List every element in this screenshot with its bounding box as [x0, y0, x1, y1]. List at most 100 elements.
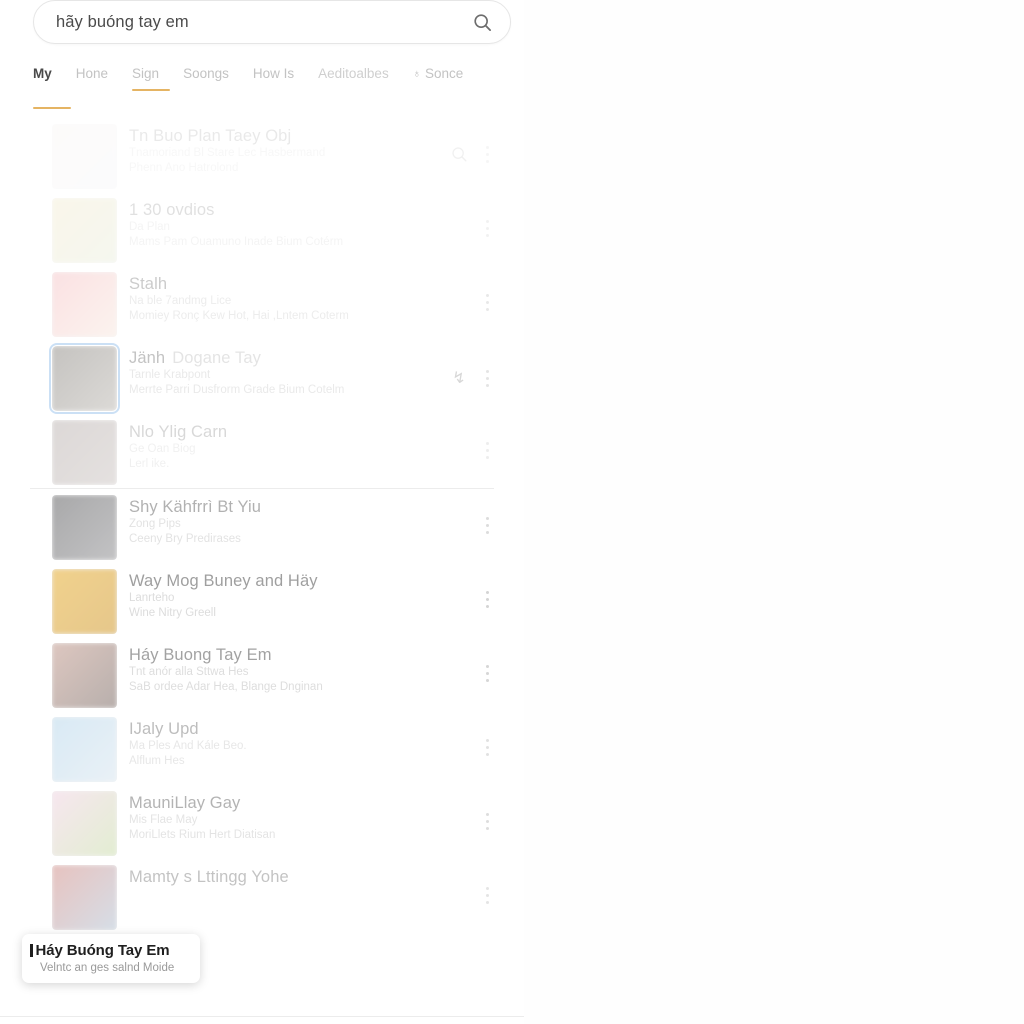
thumbnail-image: [52, 791, 117, 856]
more-options-icon[interactable]: [476, 220, 498, 237]
tab-label: Sign: [132, 66, 160, 81]
thumbnail-image: [52, 569, 117, 634]
result-thumbnail[interactable]: [52, 420, 117, 485]
tab-sonce[interactable]: ♁ Sonce: [413, 58, 464, 81]
tab-label: Soongs: [183, 66, 229, 81]
result-row[interactable]: IJaly Upd Ma Ples And Kále Beo. Alflum Hes: [0, 711, 524, 785]
thumbnail-image: [52, 420, 117, 485]
result-row[interactable]: Shy Kähfrrì Bt Yiu Zong Pips Ceeny Bry Pre…: [0, 489, 524, 563]
result-title: Shy Kähfrrì Bt Yiu: [129, 498, 262, 516]
row-actions: [388, 272, 524, 311]
result-row[interactable]: Mamty s Lttingg Yohe: [0, 859, 524, 933]
result-meta: IJaly Upd Ma Ples And Kále Beo. Alflum Hes: [129, 717, 388, 769]
tab-how-is[interactable]: How Is: [253, 58, 294, 81]
result-title: Háy Buong Tay Em: [129, 646, 272, 664]
row-actions: [388, 791, 524, 830]
result-meta: Nlo Ylig Carn Ge Oan Biog Lerl ike.: [129, 420, 388, 472]
result-subtitle-secondary: Ceeny Bry Predirases: [129, 533, 241, 545]
result-subtitle-secondary: Alflum Hes: [129, 755, 185, 767]
result-subtitle-secondary: Wine Nitry Greell: [129, 607, 216, 619]
result-meta: Stalh Na ble 7andmg Lice Momiey Ronç Kew H…: [129, 272, 388, 324]
result-subtitle-primary: Na ble 7andmg Lice: [129, 295, 232, 307]
tooltip-bar-icon: [30, 944, 33, 957]
result-row[interactable]: Nlo Ylig Carn Ge Oan Biog Lerl ike.: [0, 414, 524, 488]
more-options-icon[interactable]: [476, 442, 498, 459]
thumbnail-image: [52, 346, 117, 411]
result-subtitle-secondary: MoriLlets Rium Hert Diatisan: [129, 829, 276, 841]
more-options-icon[interactable]: [476, 294, 498, 311]
result-thumbnail[interactable]: [52, 272, 117, 337]
result-row[interactable]: Háy Buong Tay Em Tnt anór alla Sttwa Hes S…: [0, 637, 524, 711]
result-thumbnail[interactable]: [52, 791, 117, 856]
tab-my[interactable]: My: [33, 58, 71, 109]
result-row[interactable]: Jänh Dogane Tay Tarnle Krabpont Merrte Parr…: [0, 340, 524, 414]
more-options-icon[interactable]: [476, 813, 498, 830]
result-row[interactable]: MauniLlay Gay Mis Flae May MoriLlets Rium …: [0, 785, 524, 859]
result-subtitle-primary: Ge Oan Biog: [129, 443, 196, 455]
result-title: Nlo Ylig Carn: [129, 423, 228, 441]
row-actions: [388, 643, 524, 682]
result-row[interactable]: Way Mog Buney and Häy Lanrteho Wine Nitry …: [0, 563, 524, 637]
result-thumbnail[interactable]: [52, 495, 117, 560]
result-row[interactable]: Tn Buo Plan Taey Obj Tnamoriand Bl Stare …: [0, 118, 524, 192]
result-thumbnail[interactable]: [49, 343, 120, 414]
result-thumbnail[interactable]: [52, 124, 117, 189]
result-thumbnail[interactable]: [52, 717, 117, 782]
more-options-icon[interactable]: [476, 739, 498, 756]
row-search-icon[interactable]: [442, 146, 476, 163]
tab-hone[interactable]: Hone: [76, 58, 108, 81]
more-options-icon[interactable]: [476, 517, 498, 534]
result-subtitle-primary: Tarnle Krabpont: [129, 369, 211, 381]
more-options-icon[interactable]: [476, 146, 498, 163]
result-meta: 1 30 ovdios Da Plan Mams Pam Ouamuno Inade…: [129, 198, 388, 250]
result-thumbnail[interactable]: [52, 643, 117, 708]
result-title-strong: Jänh: [129, 349, 166, 367]
more-options-icon[interactable]: [476, 369, 498, 387]
more-options-icon[interactable]: [476, 665, 498, 682]
result-title: Jänh Dogane Tay: [129, 348, 388, 368]
thumbnail-image: [52, 124, 117, 189]
results-list: Tn Buo Plan Taey Obj Tnamoriand Bl Stare …: [0, 118, 524, 1024]
bottom-divider: [0, 1016, 524, 1017]
result-meta: Shy Kähfrrì Bt Yiu Zong Pips Ceeny Bry Pre…: [129, 495, 388, 547]
result-thumbnail[interactable]: [52, 569, 117, 634]
result-meta: Mamty s Lttingg Yohe: [129, 865, 388, 887]
result-subtitle-secondary: Mams Pam Ouamuno Inade Bium Cotérm: [129, 236, 344, 248]
blank-right-pane: [524, 0, 1024, 1024]
thumbnail-image: [52, 643, 117, 708]
tab-sign[interactable]: Sign: [132, 58, 171, 91]
tab-aeditoalbes[interactable]: Aeditoalbes: [318, 58, 389, 81]
tab-underline: [33, 107, 71, 109]
mouse-cursor-icon: ↯: [452, 370, 466, 387]
tab-soongs[interactable]: Soongs: [183, 58, 229, 81]
result-thumbnail[interactable]: [52, 198, 117, 263]
row-actions: [388, 198, 524, 237]
search-bar[interactable]: hãy buóng tay em: [33, 0, 511, 44]
tooltip-title-row: Háy Buóng Tay Em: [30, 942, 190, 959]
row-actions: [388, 124, 524, 163]
more-options-icon[interactable]: [476, 887, 498, 904]
result-subtitle-secondary: SaB ordee Adar Hea, Blange Dnginan: [129, 681, 323, 693]
result-subtitle-secondary: Lerl ike.: [129, 458, 170, 470]
more-options-icon[interactable]: [476, 591, 498, 608]
result-subtitle-primary: Lanrteho: [129, 592, 175, 604]
thumbnail-image: [52, 717, 117, 782]
row-actions: [388, 865, 524, 904]
row-actions: ↯: [388, 346, 524, 388]
thumbnail-image: [52, 865, 117, 930]
result-title: MauniLlay Gay: [129, 794, 241, 812]
search-input[interactable]: hãy buóng tay em: [56, 13, 473, 32]
result-row[interactable]: Stalh Na ble 7andmg Lice Momiey Ronç Kew H…: [0, 266, 524, 340]
tooltip-title: Háy Buóng Tay Em: [35, 942, 170, 959]
result-row[interactable]: 1 30 ovdios Da Plan Mams Pam Ouamuno Inade…: [0, 192, 524, 266]
result-subtitle-primary: Da Plan: [129, 221, 170, 233]
result-thumbnail[interactable]: [52, 865, 117, 930]
result-subtitle-primary: Tnt anór alla Sttwa Hes: [129, 666, 249, 678]
person-icon: ♁: [412, 67, 421, 80]
search-icon[interactable]: [473, 13, 492, 32]
preview-tooltip[interactable]: Háy Buóng Tay Em Velntc an ges salnd Moi…: [22, 934, 200, 983]
result-title: Stalh: [129, 275, 168, 293]
result-meta: Way Mog Buney and Häy Lanrteho Wine Nitry …: [129, 569, 388, 621]
result-title: IJaly Upd: [129, 720, 199, 738]
row-actions: [388, 569, 524, 608]
